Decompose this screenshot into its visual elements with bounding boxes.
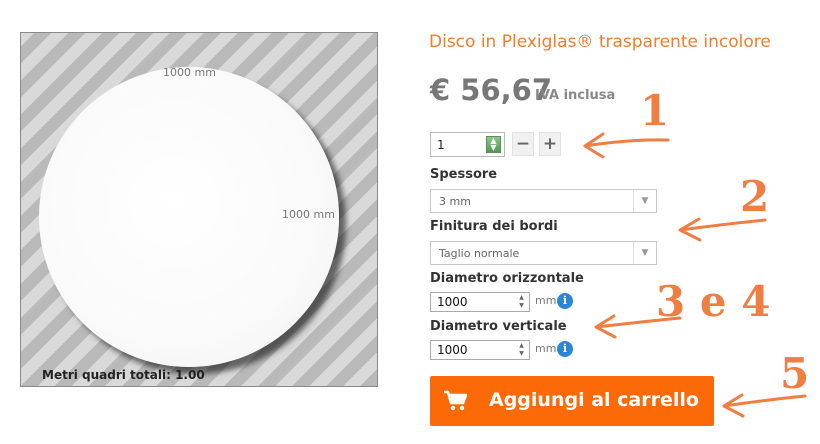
arrow-annotation-icon xyxy=(678,217,767,242)
arrow-annotation-icon xyxy=(722,393,807,418)
annotation-5: 5 xyxy=(780,349,810,398)
annotation-2: 2 xyxy=(740,172,770,221)
annotation-1: 1 xyxy=(640,86,670,135)
annotation-3-e-4: 3 e 4 xyxy=(656,277,771,326)
arrow-annotation-icon xyxy=(583,132,670,159)
annotation-arrows xyxy=(583,132,807,418)
